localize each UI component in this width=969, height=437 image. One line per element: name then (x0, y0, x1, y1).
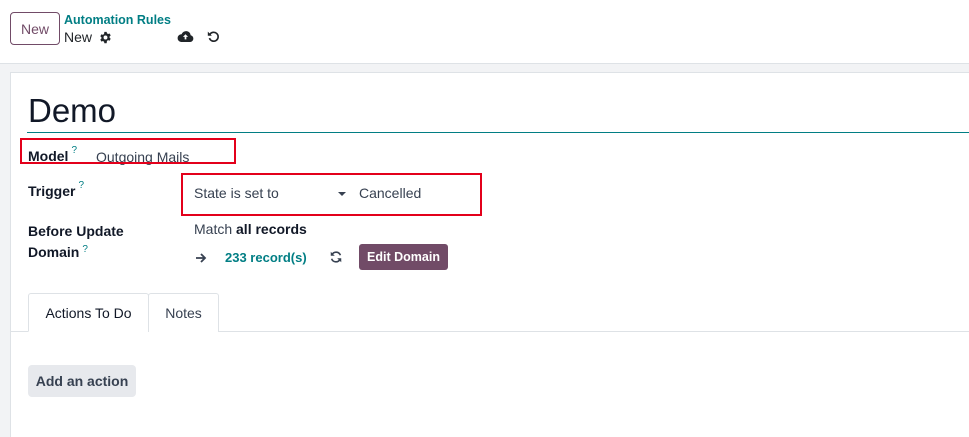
arrow-right-icon (195, 251, 207, 263)
undo-icon[interactable] (204, 27, 222, 45)
records-count-link[interactable]: 233 record(s) (225, 250, 307, 265)
tab-notes[interactable]: Notes (148, 293, 219, 332)
before-update-domain-label: Before Update Domain? (28, 223, 124, 260)
breadcrumb-automation-rules[interactable]: Automation Rules (64, 13, 171, 27)
refresh-icon[interactable] (329, 250, 343, 264)
trigger-label: Trigger? (28, 180, 85, 199)
new-button[interactable]: New (10, 12, 60, 45)
breadcrumb-current-record: New (64, 29, 93, 45)
form-sheet: Demo Model? Outgoing Mails Trigger? Stat… (10, 72, 969, 437)
edit-domain-button[interactable]: Edit Domain (359, 244, 448, 270)
domain-match-text: Match all records (194, 221, 307, 237)
tab-actions-to-do[interactable]: Actions To Do (28, 293, 149, 332)
add-action-button[interactable]: Add an action (28, 365, 136, 397)
control-panel: New Automation Rules New (0, 0, 969, 64)
model-highlight-box (20, 138, 236, 164)
domain-help-tooltip[interactable]: ? (82, 244, 88, 255)
trigger-help-tooltip[interactable]: ? (78, 180, 84, 191)
rule-name-input[interactable]: Demo (27, 89, 969, 133)
cloud-upload-icon[interactable] (176, 27, 194, 45)
trigger-highlight-box (181, 173, 482, 216)
gear-icon[interactable] (97, 29, 114, 46)
